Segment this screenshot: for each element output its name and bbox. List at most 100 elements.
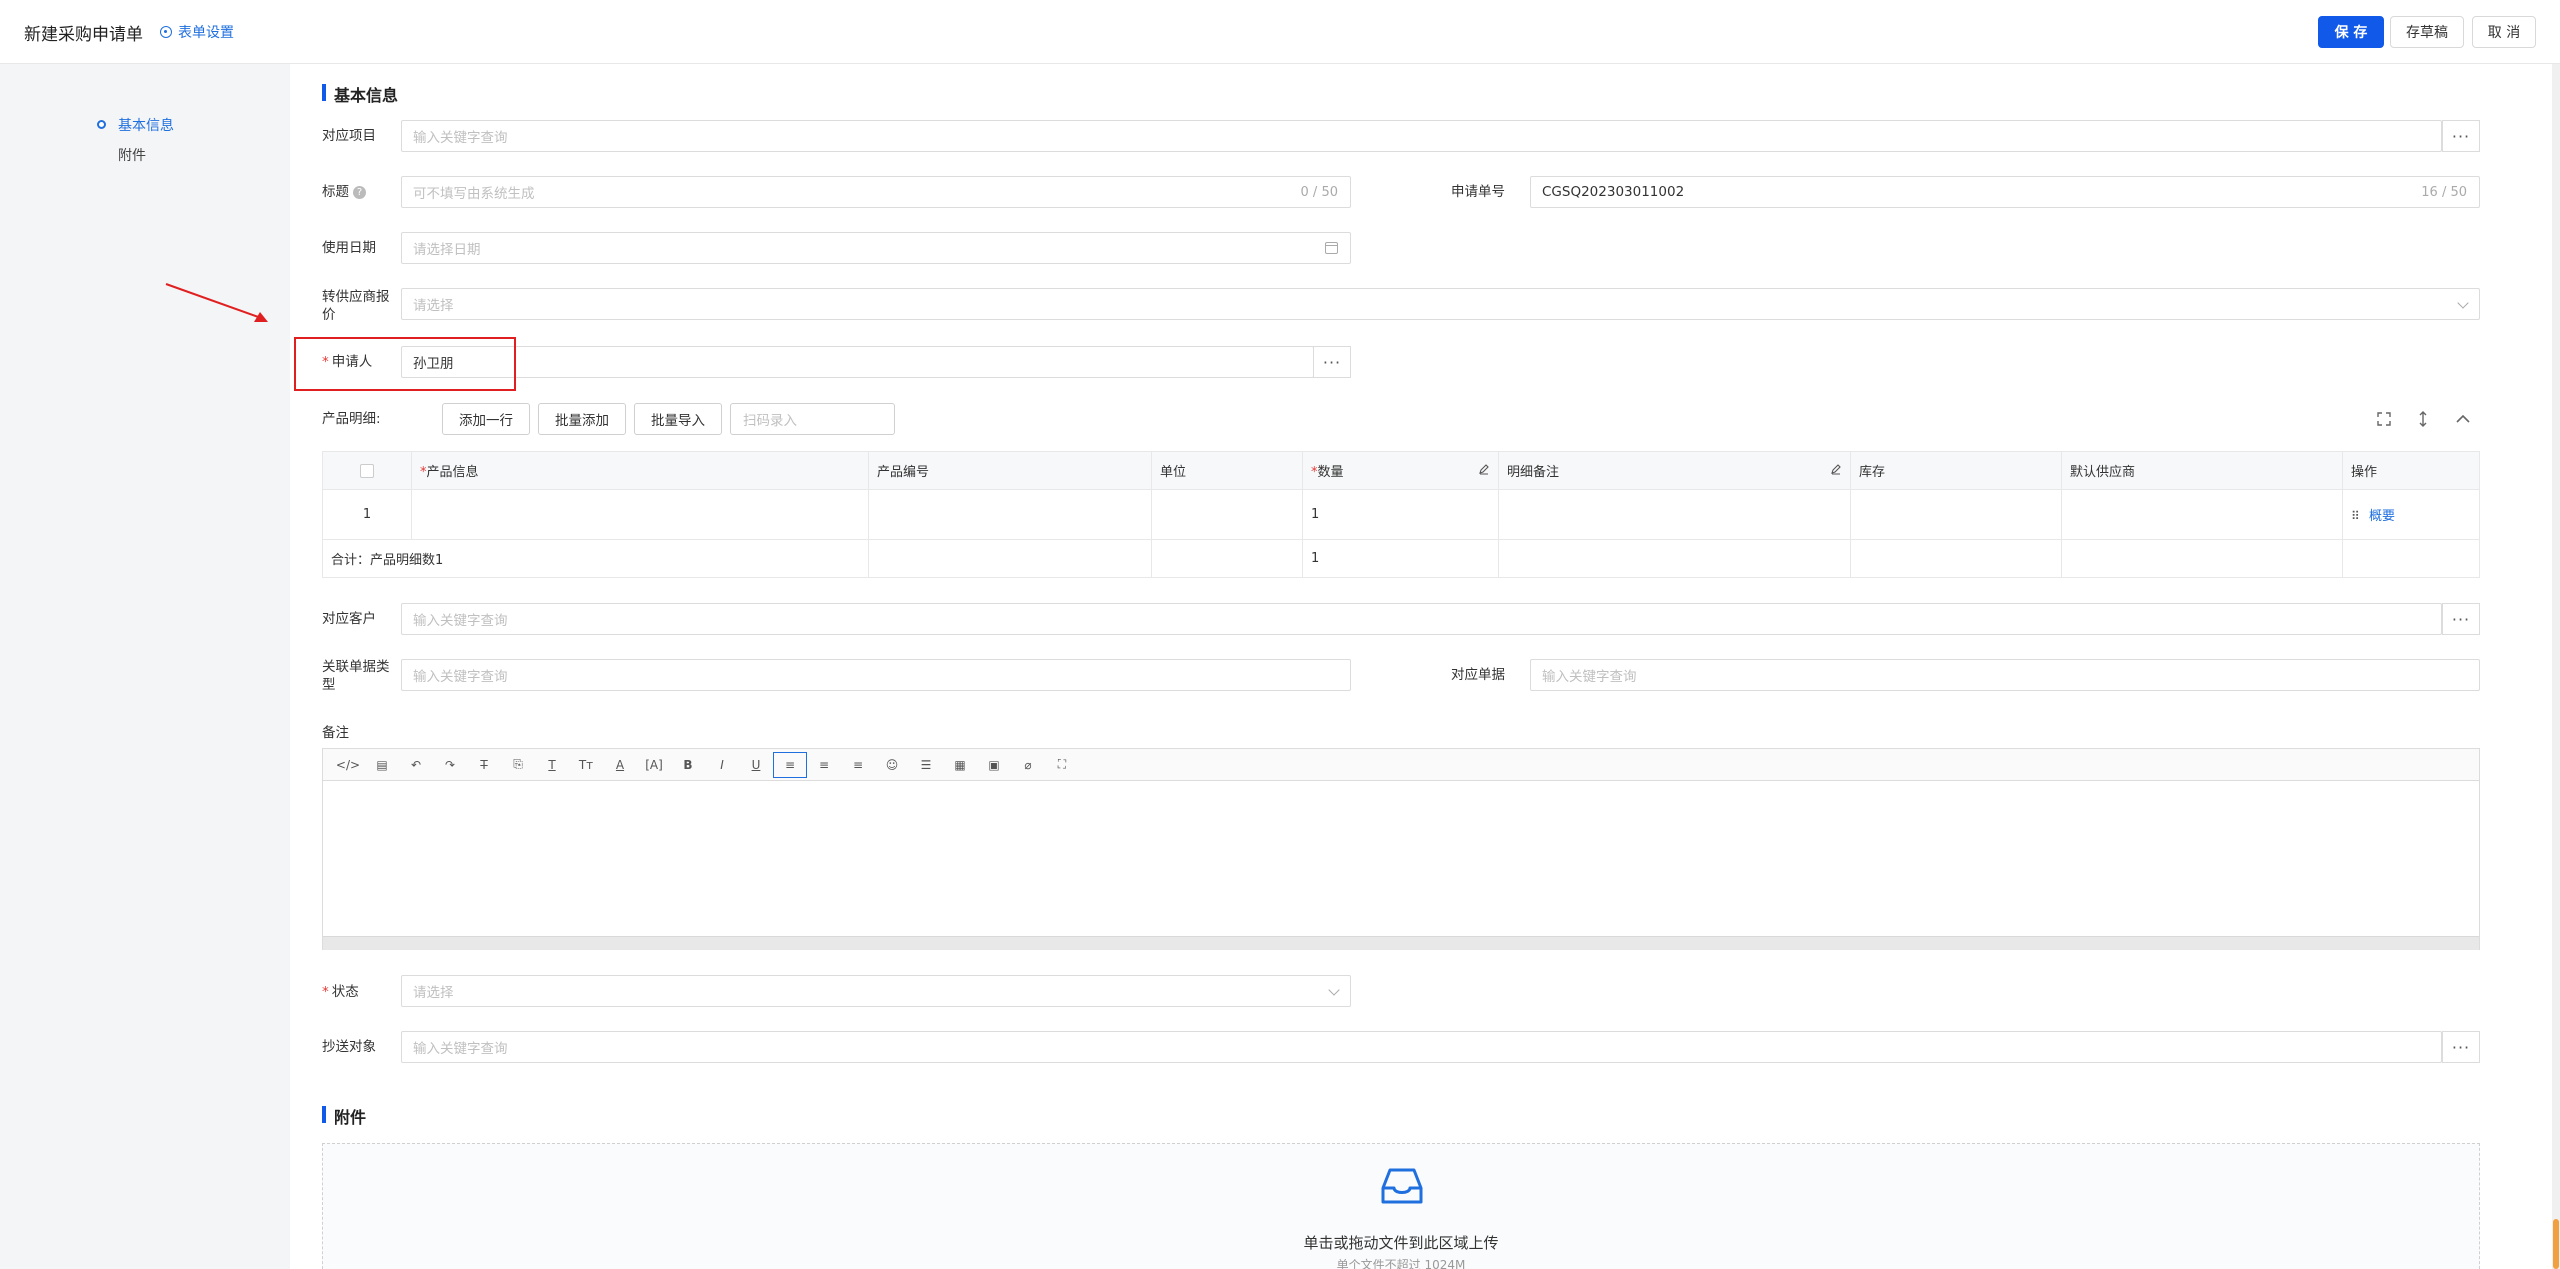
- calendar-icon: [1325, 242, 1338, 254]
- emoji-icon[interactable]: ☺: [875, 752, 909, 778]
- unit-cell: [1151, 489, 1303, 540]
- table-icon[interactable]: ▦: [943, 752, 977, 778]
- font-family-icon[interactable]: T: [535, 752, 569, 778]
- fullscreen-icon[interactable]: [2375, 410, 2393, 428]
- col-quantity: *数量: [1302, 451, 1499, 490]
- font-color-icon[interactable]: A: [603, 752, 637, 778]
- col-unit: 单位: [1151, 451, 1303, 490]
- batch-import-button[interactable]: 批量导入: [634, 403, 722, 435]
- title-label: 标题?: [322, 183, 366, 201]
- anchor-basic-info[interactable]: 基本信息: [118, 115, 174, 135]
- form-settings-link[interactable]: 表单设置: [160, 22, 234, 42]
- related-doc-input[interactable]: 输入关键字查询: [1530, 659, 2480, 691]
- project-input[interactable]: 输入关键字查询: [401, 120, 2442, 152]
- scan-input[interactable]: 扫码录入: [730, 403, 895, 435]
- paste-text-icon[interactable]: ⎘: [501, 752, 535, 778]
- summary-link[interactable]: 概要: [2369, 509, 2395, 524]
- customer-label: 对应客户: [322, 611, 376, 627]
- scrollbar-thumb[interactable]: [2553, 1219, 2559, 1269]
- total-quantity: 1: [1302, 539, 1499, 578]
- underline-icon[interactable]: U: [739, 752, 773, 778]
- apply-no-char-count: 16 / 50: [2421, 184, 2467, 200]
- use-date-label: 使用日期: [322, 240, 376, 256]
- edit-pencil-icon[interactable]: [1478, 463, 1490, 475]
- related-type-label: 关联单据类型: [322, 659, 390, 693]
- fullscreen-editor-icon[interactable]: ⛶: [1045, 752, 1079, 778]
- applicant-more-button[interactable]: ···: [1313, 346, 1351, 378]
- save-button[interactable]: 保 存: [2318, 16, 2384, 48]
- product-info-cell[interactable]: [411, 489, 869, 540]
- attachment-icon[interactable]: ⌀: [1011, 752, 1045, 778]
- row-index: 1: [322, 489, 412, 540]
- redo-icon[interactable]: ↷: [433, 752, 467, 778]
- cc-label: 抄送对象: [322, 1039, 376, 1055]
- chevron-down-icon: [2457, 297, 2469, 309]
- use-date-picker[interactable]: 请选择日期: [401, 232, 1351, 264]
- chevron-down-icon: [1328, 984, 1340, 996]
- cc-input[interactable]: 输入关键字查询: [401, 1031, 2442, 1063]
- row-height-icon[interactable]: [2414, 410, 2432, 428]
- edit-pencil-icon[interactable]: [1830, 463, 1842, 475]
- select-all-cell[interactable]: [322, 451, 412, 490]
- product-code-cell: [868, 489, 1152, 540]
- detail-remark-cell[interactable]: [1498, 489, 1851, 540]
- quantity-cell[interactable]: 1: [1302, 489, 1499, 540]
- bold-icon[interactable]: B: [671, 752, 705, 778]
- upload-dropzone[interactable]: 单击或拖动文件到此区域上传 单个文件不超过 1024M: [322, 1143, 2480, 1269]
- col-product-info: *产品信息: [411, 451, 869, 490]
- stock-cell: [1850, 489, 2062, 540]
- save-draft-button[interactable]: 存草稿: [2390, 16, 2464, 48]
- title-char-count: 0 / 50: [1300, 184, 1338, 200]
- title-input[interactable]: 可不填写由系统生成 0 / 50: [401, 176, 1351, 208]
- annotation-highlight-box: [294, 337, 516, 391]
- align-left-icon[interactable]: ≡: [773, 751, 807, 778]
- supplier-quote-select[interactable]: 请选择: [401, 288, 2480, 320]
- collapse-icon[interactable]: [2454, 410, 2472, 428]
- related-doc-label: 对应单据: [1451, 667, 1505, 683]
- project-more-button[interactable]: ···: [2442, 120, 2480, 152]
- align-right-icon[interactable]: ≡: [841, 752, 875, 778]
- section-title-attachment: 附件: [322, 1104, 366, 1128]
- col-product-code: 产品编号: [868, 451, 1152, 490]
- settings-icon: [160, 26, 172, 38]
- drag-handle-icon[interactable]: ⠿: [2351, 509, 2361, 523]
- action-cell: ⠿ 概要: [2342, 489, 2480, 540]
- anchor-attachment[interactable]: 附件: [118, 145, 146, 165]
- editor-horizontal-scrollbar[interactable]: [323, 936, 2479, 950]
- select-all-checkbox[interactable]: [360, 463, 374, 478]
- customer-more-button[interactable]: ···: [2442, 603, 2480, 635]
- add-row-button[interactable]: 添加一行: [442, 403, 530, 435]
- total-label: 合计：产品明细数1: [322, 539, 869, 578]
- font-size-icon[interactable]: Tт: [569, 752, 603, 778]
- status-select[interactable]: 请选择: [401, 975, 1351, 1007]
- applicant-input[interactable]: 孙卫朋: [401, 346, 1314, 378]
- batch-add-button[interactable]: 批量添加: [538, 403, 626, 435]
- cancel-button[interactable]: 取 消: [2472, 16, 2536, 48]
- remark-label: 备注: [322, 725, 349, 741]
- italic-icon[interactable]: I: [705, 752, 739, 778]
- supplier-quote-label: 转供应商报价: [322, 289, 390, 323]
- source-code-icon[interactable]: </>: [331, 752, 365, 778]
- anchor-nav: [0, 64, 290, 1269]
- background-color-icon[interactable]: [A]: [637, 752, 671, 778]
- undo-icon[interactable]: ↶: [399, 752, 433, 778]
- col-detail-remark: 明细备注: [1498, 451, 1851, 490]
- line-height-icon[interactable]: ☰: [909, 752, 943, 778]
- strikethrough-icon[interactable]: T: [467, 752, 501, 778]
- customer-input[interactable]: 输入关键字查询: [401, 603, 2442, 635]
- related-type-input[interactable]: 输入关键字查询: [401, 659, 1351, 691]
- template-icon[interactable]: ▤: [365, 752, 399, 778]
- apply-no-input[interactable]: CGSQ202303011002 16 / 50: [1530, 176, 2480, 208]
- editor-content-area[interactable]: [323, 781, 2479, 936]
- product-table: *产品信息 产品编号 单位 *数量 明细备注 库存 默认供应商 操作 1 1 ⠿…: [322, 451, 2480, 578]
- form-settings-label: 表单设置: [178, 25, 234, 41]
- image-icon[interactable]: ▣: [977, 752, 1011, 778]
- vertical-scrollbar[interactable]: [2552, 64, 2560, 1269]
- editor-toolbar: </> ▤ ↶ ↷ T ⎘ T Tт A [A] B I U ≡ ≡ ≡ ☺ ☰…: [323, 749, 2479, 781]
- table-row: 1 1 ⠿ 概要: [322, 489, 2480, 540]
- active-anchor-dot-icon: [97, 120, 106, 129]
- help-icon: ?: [353, 185, 366, 199]
- align-center-icon[interactable]: ≡: [807, 752, 841, 778]
- inbox-icon: [1381, 1168, 1423, 1204]
- cc-more-button[interactable]: ···: [2442, 1031, 2480, 1063]
